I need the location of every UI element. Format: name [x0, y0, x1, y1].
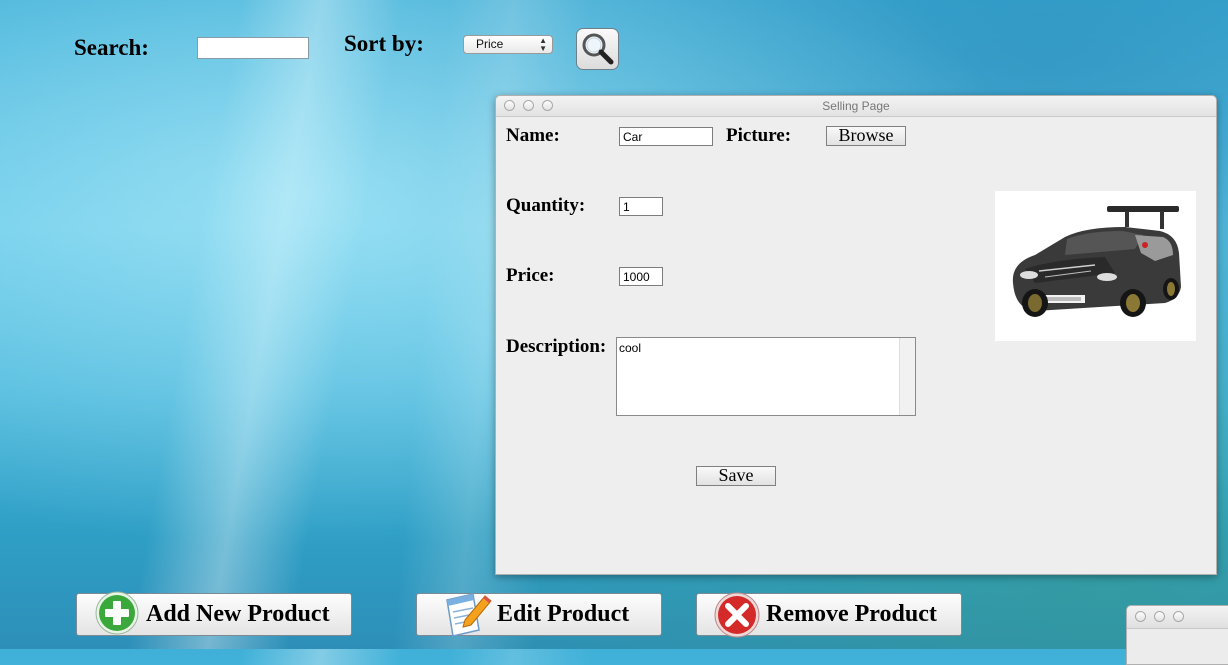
- description-textarea[interactable]: cool: [616, 337, 916, 416]
- description-label: Description:: [506, 336, 607, 357]
- remove-product-label: Remove Product: [766, 601, 937, 627]
- magnifier-icon: [582, 33, 614, 65]
- search-input[interactable]: [197, 37, 309, 59]
- save-button[interactable]: Save: [696, 466, 776, 486]
- window-title: Selling Page: [822, 99, 890, 113]
- price-field[interactable]: 1000: [619, 267, 663, 286]
- background-zoom-icon[interactable]: [1173, 611, 1184, 622]
- name-label: Name:: [506, 125, 560, 146]
- updown-arrows-icon: ▲ ▼: [539, 36, 547, 53]
- sort-selected-value: Price: [476, 37, 504, 51]
- background-window[interactable]: [1126, 605, 1228, 665]
- window-titlebar[interactable]: Selling Page: [496, 96, 1216, 117]
- car-image: [1012, 206, 1181, 317]
- remove-product-button[interactable]: Remove Product: [696, 592, 962, 638]
- background-close-icon[interactable]: [1135, 611, 1146, 622]
- add-new-product-button[interactable]: Add New Product: [76, 591, 352, 636]
- edit-product-label: Edit Product: [497, 601, 630, 627]
- product-picture: [995, 191, 1196, 341]
- description-text: cool: [619, 341, 642, 355]
- add-new-product-label: Add New Product: [146, 601, 330, 627]
- sort-select[interactable]: Price ▲ ▼: [463, 35, 553, 54]
- x-circle-icon: [714, 592, 760, 638]
- quantity-field[interactable]: 1: [619, 197, 663, 216]
- search-label: Search:: [74, 35, 149, 60]
- plus-circle-icon: [95, 591, 139, 635]
- quantity-label: Quantity:: [506, 195, 586, 216]
- picture-label: Picture:: [726, 125, 792, 146]
- selling-page-window: Selling Page Name: Car Picture: Browse Q…: [495, 95, 1217, 575]
- price-label: Price:: [506, 265, 555, 286]
- name-field[interactable]: Car: [619, 127, 713, 146]
- background-window-titlebar[interactable]: [1127, 606, 1228, 629]
- background-minimize-icon[interactable]: [1154, 611, 1165, 622]
- edit-product-button[interactable]: Edit Product: [416, 593, 662, 637]
- sort-label: Sort by:: [344, 31, 424, 56]
- browse-button[interactable]: Browse: [826, 126, 906, 146]
- search-button[interactable]: [576, 28, 619, 70]
- description-scrollbar[interactable]: [899, 338, 915, 415]
- notepad-pencil-icon: [446, 593, 492, 637]
